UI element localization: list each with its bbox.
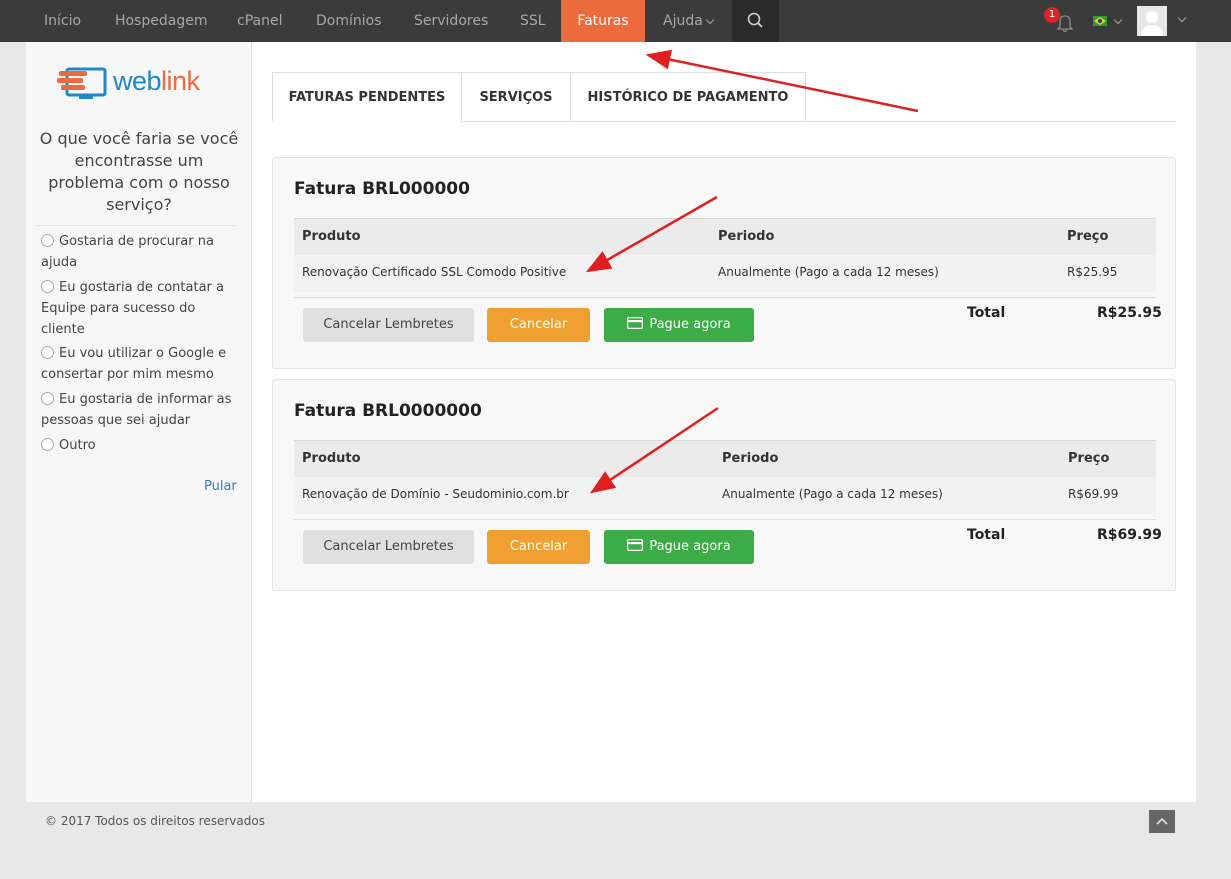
divider xyxy=(294,297,1156,298)
nav-item-servidores[interactable]: Servidores xyxy=(414,0,488,42)
back-to-top-button[interactable] xyxy=(1149,810,1175,833)
product-cell: Renovação de Domínio - Seudominio.com.br xyxy=(302,487,569,501)
skip-link[interactable]: Pular xyxy=(204,479,237,494)
divider xyxy=(36,225,236,226)
logo-monitor-icon xyxy=(57,67,107,99)
nav-item-ajuda[interactable]: Ajuda xyxy=(663,0,715,42)
table-header: Produto Periodo Preço xyxy=(294,440,1156,477)
search-icon xyxy=(747,12,763,28)
logo-text-web: web xyxy=(113,66,162,96)
user-menu[interactable] xyxy=(1137,6,1187,36)
survey-option[interactable]: Eu gostaria de contatar a Equipe para su… xyxy=(41,277,241,340)
invoice-card: Fatura BRL000000 Produto Periodo Preço R… xyxy=(272,157,1176,369)
nav-item-inicio[interactable]: Início xyxy=(44,0,81,42)
column-header-produto: Produto xyxy=(302,451,361,466)
survey-option[interactable]: Outro xyxy=(41,435,241,456)
column-header-produto: Produto xyxy=(302,229,361,244)
survey-option-label: Outro xyxy=(59,438,96,453)
column-header-periodo: Periodo xyxy=(718,229,775,244)
total-value: R$25.95 xyxy=(1097,305,1162,321)
nav-item-hospedagem[interactable]: Hospedagem xyxy=(115,0,208,42)
period-cell: Anualmente (Pago a cada 12 meses) xyxy=(722,487,943,501)
column-header-periodo: Periodo xyxy=(722,451,779,466)
logo-text-link: link xyxy=(161,66,200,96)
price-cell: R$69.99 xyxy=(1068,487,1119,501)
nav-item-ajuda-label: Ajuda xyxy=(663,13,703,29)
logo-wordmark: weblink xyxy=(113,66,200,97)
search-button[interactable] xyxy=(732,0,779,42)
avatar xyxy=(1137,6,1167,36)
pay-now-label: Pague agora xyxy=(649,539,731,554)
nav-item-cpanel[interactable]: cPanel xyxy=(237,0,282,42)
tab-servicos[interactable]: SERVIÇOS xyxy=(461,72,571,122)
notification-count-badge: 1 xyxy=(1044,7,1060,23)
radio-button[interactable] xyxy=(41,346,54,359)
cancel-button[interactable]: Cancelar xyxy=(487,308,590,342)
tab-historico-pagamento[interactable]: HISTÓRICO DE PAGAMENTO xyxy=(570,72,806,122)
divider xyxy=(294,519,1156,520)
chevron-up-icon xyxy=(1156,817,1168,825)
nav-item-dominios[interactable]: Domínios xyxy=(316,0,382,42)
nav-item-ssl[interactable]: SSL xyxy=(520,0,546,42)
invoice-title: Fatura BRL000000 xyxy=(294,179,470,199)
pay-now-label: Pague agora xyxy=(649,317,731,332)
survey-option-label: Gostaria de procurar na ajuda xyxy=(41,234,214,270)
invoice-title: Fatura BRL0000000 xyxy=(294,401,482,421)
survey-option-label: Eu gostaria de informar as pessoas que s… xyxy=(41,392,232,428)
survey-question: O que você faria se você encontrasse um … xyxy=(39,129,239,214)
survey-option-label: Eu vou utilizar o Google e consertar por… xyxy=(41,346,227,382)
pay-now-button[interactable]: Pague agora xyxy=(604,308,754,342)
product-cell: Renovação Certificado SSL Comodo Positiv… xyxy=(302,265,567,279)
survey-option[interactable]: Eu gostaria de informar as pessoas que s… xyxy=(41,389,241,431)
invoice-card: Fatura BRL0000000 Produto Periodo Preço … xyxy=(272,379,1176,591)
cancel-reminders-button[interactable]: Cancelar Lembretes xyxy=(303,530,474,564)
table-row: Renovação Certificado SSL Comodo Positiv… xyxy=(294,255,1156,292)
radio-button[interactable] xyxy=(41,280,54,293)
survey-option[interactable]: Gostaria de procurar na ajuda xyxy=(41,231,241,273)
chevron-down-icon xyxy=(1177,13,1187,23)
survey-option[interactable]: Eu vou utilizar o Google e consertar por… xyxy=(41,343,241,385)
table-row: Renovação de Domínio - Seudominio.com.br… xyxy=(294,477,1156,514)
pay-now-button[interactable]: Pague agora xyxy=(604,530,754,564)
credit-card-icon xyxy=(627,316,644,330)
notifications-button[interactable]: 1 xyxy=(1044,7,1076,33)
table-header: Produto Periodo Preço xyxy=(294,218,1156,255)
column-header-preco: Preço xyxy=(1068,451,1110,466)
chevron-down-icon xyxy=(1113,15,1123,25)
period-cell: Anualmente (Pago a cada 12 meses) xyxy=(718,265,939,279)
total-label: Total xyxy=(967,527,1006,543)
tab-faturas-pendentes[interactable]: FATURAS PENDENTES xyxy=(272,72,462,122)
brazil-flag-icon xyxy=(1093,16,1107,26)
nav-item-faturas[interactable]: Faturas xyxy=(561,0,645,42)
top-navbar: Início Hospedagem cPanel Domínios Servid… xyxy=(0,0,1231,42)
chevron-down-icon xyxy=(705,15,715,25)
credit-card-icon xyxy=(627,538,644,552)
cancel-reminders-button[interactable]: Cancelar Lembretes xyxy=(303,308,474,342)
total-label: Total xyxy=(967,305,1006,321)
weblink-logo: weblink xyxy=(57,65,222,105)
radio-button[interactable] xyxy=(41,438,54,451)
footer-copyright: © 2017 Todos os direitos reservados xyxy=(45,814,265,828)
price-cell: R$25.95 xyxy=(1067,265,1118,279)
survey-option-label: Eu gostaria de contatar a Equipe para su… xyxy=(41,280,224,337)
column-header-preco: Preço xyxy=(1067,229,1109,244)
radio-button[interactable] xyxy=(41,392,54,405)
total-value: R$69.99 xyxy=(1097,527,1162,543)
radio-button[interactable] xyxy=(41,234,54,247)
language-selector[interactable] xyxy=(1093,14,1123,28)
cancel-button[interactable]: Cancelar xyxy=(487,530,590,564)
